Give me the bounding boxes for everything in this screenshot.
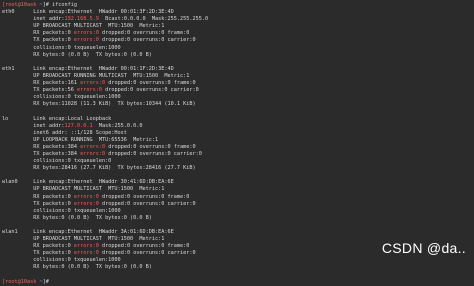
wlan0-bytes: RX bytes:0 (0.0 B) TX bytes:0 (0.0 B) (2, 214, 152, 221)
lo-inet6: inet6 addr: ::1/128 Scope:Host (2, 129, 127, 136)
wlan0-header: wlan0 Link encap:Ethernet HWaddr 30:41:6… (2, 179, 174, 186)
wlan0-rx-packets: RX packets:0 (2, 193, 74, 200)
eth1-flags: UP BROADCAST RUNNING MULTICAST MTU:1500 … (2, 72, 190, 79)
lo-collisions: collisions:0 txqueuelen:0 (2, 158, 112, 165)
lo-inet-label: inet addr: (2, 122, 65, 129)
eth1-rx-errors: errors:0 (80, 80, 106, 87)
eth0-mask: Bcast:0.0.0.0 Mask:255.255.255.0 (98, 16, 209, 23)
eth0-inet: inet addr:192.168.5.9 Bcast:0.0.0.0 Mask… (2, 16, 474, 23)
eth0-ip: 192.168.5.9 (64, 16, 99, 23)
eth1-rx-rest: dropped:0 overruns:0 frame:0 (105, 80, 196, 87)
lo-header: lo Link encap:Local Loopback (2, 115, 112, 122)
wlan1-header: wlan1 Link encap:Ethernet HWaddr 3A:01:6… (2, 229, 174, 235)
lo-rx-errors: errors:0 (80, 143, 106, 150)
lo-flags: UP LOOPBACK RUNNING MTU:65536 Metric:1 (2, 136, 159, 143)
lo-tx-packets: TX packets:384 (2, 150, 81, 157)
eth1-collisions: collisions:0 txqueuelen:1000 (2, 94, 121, 101)
lo-inet: inet addr:127.0.0.1 Mask:255.0.0.0 (2, 123, 474, 130)
lo-rx: RX packets:384 errors:0 dropped:0 overru… (2, 144, 474, 151)
prompt-user: [root@10ask (2, 278, 37, 285)
wlan1-tx-packets: TX packets:0 (2, 250, 74, 257)
wlan1-rx-errors: errors:0 (73, 243, 99, 250)
eth0-bytes: RX bytes:0 (0.0 B) TX bytes:0 (0.0 B) (2, 51, 152, 58)
wlan1-tx-errors: errors:0 (73, 250, 99, 257)
wlan0-tx-packets: TX packets:0 (2, 200, 74, 207)
wlan0-rx: RX packets:0 errors:0 dropped:0 overruns… (2, 194, 474, 201)
eth0-flags: UP BROADCAST MULTICAST MTU:1500 Metric:1 (2, 23, 165, 30)
wlan1-collisions: collisions:0 txqueuelen:1000 (2, 257, 121, 264)
command-text: ifconfig (51, 2, 77, 8)
wlan0-flags: UP BROADCAST MULTICAST MTU:1500 Metric:1 (2, 186, 165, 193)
eth1-rx: RX packets:161 errors:0 dropped:0 overru… (2, 80, 474, 87)
wlan1-rx-packets: RX packets:0 (2, 243, 74, 250)
lo-ip: 127.0.0.1 (64, 122, 93, 129)
eth1-tx-errors: errors:0 (76, 87, 102, 94)
watermark: CSDN @da.. (381, 239, 466, 256)
wlan0-tx-rest: dropped:0 overruns:0 carrier:0 (98, 200, 196, 207)
eth0-tx-packets: TX packets:0 (2, 37, 74, 44)
lo-tx: TX packets:384 errors:0 dropped:0 overru… (2, 151, 474, 158)
eth0-tx-rest: dropped:0 overruns:0 carrier:0 (98, 37, 196, 44)
terminal-window[interactable]: [root@10ask ~]# ifconfig eth0 Link encap… (0, 0, 474, 285)
wlan1-rx-rest: dropped:0 overruns:0 frame:0 (98, 243, 190, 250)
command-prompt: [root@10ask ~]# ifconfig (2, 2, 474, 9)
eth1-tx-packets: TX packets:56 (2, 87, 77, 94)
prompt-end: ]# (42, 278, 52, 285)
wlan0-tx-errors: errors:0 (73, 200, 99, 207)
eth0-header: eth0 Link encap:Ethernet HWaddr 00:01:3F… (2, 9, 174, 16)
eth0-inet-label: inet addr: (2, 16, 65, 23)
eth1-tx: TX packets:56 errors:0 dropped:0 overrun… (2, 87, 474, 94)
lo-rx-rest: dropped:0 overruns:0 frame:0 (105, 143, 196, 150)
wlan0-collisions: collisions:0 txqueuelen:1000 (2, 207, 121, 214)
lo-tx-errors: errors:0 (80, 150, 106, 157)
wlan0-rx-rest: dropped:0 overruns:0 frame:0 (98, 193, 190, 200)
prompt-user: [root@10ask (2, 2, 37, 8)
eth0-tx-errors: errors:0 (73, 37, 99, 44)
eth0-collisions: collisions:0 txqueuelen:1000 (2, 44, 121, 51)
wlan0-tx: TX packets:0 errors:0 dropped:0 overruns… (2, 201, 474, 208)
lo-rx-packets: RX packets:384 (2, 143, 81, 150)
wlan1-tx-rest: dropped:0 overruns:0 carrier:0 (98, 250, 196, 257)
prompt-end: ]# (42, 2, 52, 8)
eth1-rx-packets: RX packets:161 (2, 80, 81, 87)
eth0-rx: RX packets:0 errors:0 dropped:0 overruns… (2, 30, 474, 37)
eth1-bytes: RX bytes:11028 (11.3 KiB) TX bytes:10344… (2, 101, 196, 108)
eth1-header: eth1 Link encap:Ethernet HWaddr 00:01:1F… (2, 65, 174, 72)
command-prompt[interactable]: [root@10ask ~]# (2, 279, 474, 286)
eth0-tx: TX packets:0 errors:0 dropped:0 overruns… (2, 37, 474, 44)
eth0-rx-rest: dropped:0 overruns:0 frame:0 (98, 30, 190, 37)
wlan1-bytes: RX bytes:0 (0.0 B) TX bytes:0 (0.0 B) (2, 264, 152, 271)
lo-tx-rest: dropped:0 overruns:0 carrier:0 (105, 150, 202, 157)
eth0-rx-errors: errors:0 (73, 30, 99, 37)
eth0-rx-packets: RX packets:0 (2, 30, 74, 37)
lo-mask: Mask:255.0.0.0 (92, 122, 143, 129)
wlan0-rx-errors: errors:0 (73, 193, 99, 200)
lo-bytes: RX bytes:28416 (27.7 KiB) TX bytes:28416… (2, 165, 196, 172)
eth1-tx-rest: dropped:0 overruns:0 carrier:0 (101, 87, 199, 94)
